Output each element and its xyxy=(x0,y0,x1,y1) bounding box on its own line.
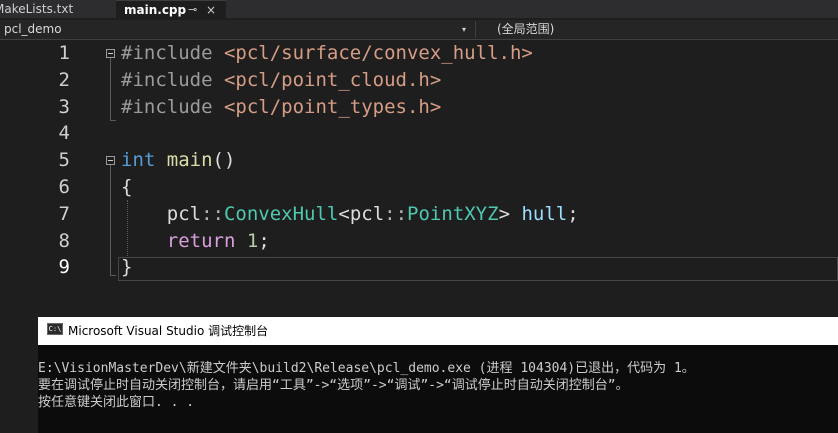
code-line: { xyxy=(121,174,132,201)
preprocessor-directive: #include xyxy=(121,68,213,91)
outline-guide-end xyxy=(110,120,116,121)
preprocessor-directive: #include xyxy=(121,95,213,118)
code-editor[interactable]: 1 2 3 4 5 6 7 8 9 #include <pcl/surface/… xyxy=(0,40,838,313)
line-number: 6 xyxy=(58,176,70,198)
document-tab-bar: MakeLists.txt main.cpp ⊸ × xyxy=(0,0,838,18)
template-type: PointXYZ xyxy=(407,202,499,225)
tab-makelists-label: MakeLists.txt xyxy=(0,2,74,16)
angle-open: < xyxy=(338,202,350,225)
include-path: <pcl/point_cloud.h> xyxy=(223,68,442,91)
number-literal: 1 xyxy=(246,229,259,252)
console-line: E:\VisionMasterDev\新建文件夹\build2\Release\… xyxy=(38,361,695,376)
scope-operator: :: xyxy=(384,202,408,225)
code-line: int main() xyxy=(121,147,235,174)
console-line: 按任意键关闭此窗口. . . xyxy=(38,395,195,410)
debug-console-window[interactable]: C:\ Microsoft Visual Studio 调试控制台 E:\Vis… xyxy=(38,317,838,433)
navigation-bar: pcl_demo ▾ (全局范围) xyxy=(0,20,838,40)
line-number: 2 xyxy=(58,68,70,91)
function-name: main xyxy=(166,149,213,172)
code-line: return 1; xyxy=(121,228,270,255)
chevron-down-icon[interactable]: ▾ xyxy=(462,21,466,38)
keyword-return: return xyxy=(166,229,236,252)
close-icon[interactable]: × xyxy=(206,1,216,18)
line-number: 8 xyxy=(58,229,70,252)
code-line: #include <pcl/point_cloud.h> xyxy=(121,67,441,94)
line-number: 4 xyxy=(58,122,70,145)
tab-main-cpp-label: main.cpp xyxy=(124,3,187,17)
code-line: #include <pcl/surface/convex_hull.h> xyxy=(121,40,533,67)
code-line: } xyxy=(121,254,132,281)
console-line: 要在调试停止时自动关闭控制台，请启用“工具”->“选项”->“调试”->“调试停… xyxy=(38,378,629,393)
semicolon: ; xyxy=(567,202,579,225)
line-number-current: 9 xyxy=(58,256,70,279)
collapse-icon[interactable] xyxy=(106,156,115,165)
tab-main-cpp[interactable]: main.cpp ⊸ × xyxy=(116,0,226,18)
console-app-icon: C:\ xyxy=(47,323,63,335)
preprocessor-directive: #include xyxy=(121,42,213,64)
tab-makelists[interactable]: MakeLists.txt xyxy=(0,0,112,18)
outline-guide xyxy=(110,165,111,275)
project-dropdown-value: pcl_demo xyxy=(4,22,62,36)
parens: () xyxy=(212,149,236,172)
console-output: E:\VisionMasterDev\新建文件夹\build2\Release\… xyxy=(38,360,838,411)
line-number: 1 xyxy=(58,42,70,64)
collapse-icon[interactable] xyxy=(106,49,115,58)
code-line: pcl::ConvexHull<pcl::PointXYZ> hull; xyxy=(121,201,579,228)
scope-dropdown-value: (全局范围) xyxy=(497,22,555,36)
outline-guide-end xyxy=(110,275,116,276)
variable-name: hull xyxy=(521,202,568,225)
current-line-highlight xyxy=(118,257,838,281)
include-path: <pcl/point_types.h> xyxy=(223,95,442,118)
scope-operator: :: xyxy=(201,202,224,225)
brace: } xyxy=(121,256,133,279)
class-name: ConvexHull xyxy=(223,202,339,225)
project-dropdown[interactable]: pcl_demo ▾ xyxy=(0,21,476,38)
code-line: #include <pcl/point_types.h> xyxy=(121,94,441,121)
keyword: int xyxy=(121,149,156,172)
namespace: pcl xyxy=(349,202,385,225)
angle-close: > xyxy=(498,202,511,225)
console-title: Microsoft Visual Studio 调试控制台 xyxy=(68,324,269,338)
outline-guide xyxy=(110,58,111,120)
namespace: pcl xyxy=(166,202,202,225)
console-title-bar[interactable]: C:\ Microsoft Visual Studio 调试控制台 xyxy=(38,317,838,345)
pin-icon[interactable]: ⊸ xyxy=(188,1,197,18)
line-number: 5 xyxy=(58,149,70,172)
include-path: <pcl/surface/convex_hull.h> xyxy=(223,42,533,64)
line-number: 3 xyxy=(58,95,70,118)
scope-dropdown[interactable]: (全局范围) xyxy=(482,21,838,38)
line-number: 7 xyxy=(58,202,70,225)
semicolon: ; xyxy=(258,229,270,252)
brace: { xyxy=(121,176,133,198)
